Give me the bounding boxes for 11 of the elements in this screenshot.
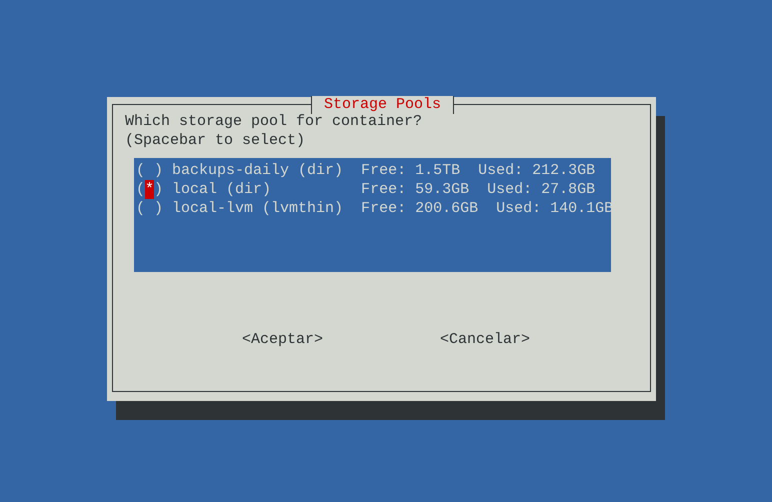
pool-option[interactable]: backups-daily (dir) Free: 1.5TB Used: 212.3GB (172, 161, 596, 180)
prompt-text: (Spacebar to select) (125, 131, 306, 150)
dialog-title: Storage Pools (311, 96, 454, 114)
radio-button[interactable]: ( ) (136, 199, 164, 218)
pool-option[interactable]: local-lvm (lvmthin) Free: 200.6GB Used: 140.1GB (172, 199, 614, 218)
radio-button[interactable]: (*) (136, 180, 164, 199)
prompt-text: Which storage pool for container? (125, 112, 422, 131)
dialog-button[interactable]: <Cancelar> (440, 330, 530, 349)
dialog-button[interactable]: <Aceptar> (242, 330, 324, 349)
pool-option[interactable]: local (dir) Free: 59.3GB Used: 27.8GB (172, 180, 596, 199)
radio-button[interactable]: ( ) (136, 161, 164, 180)
